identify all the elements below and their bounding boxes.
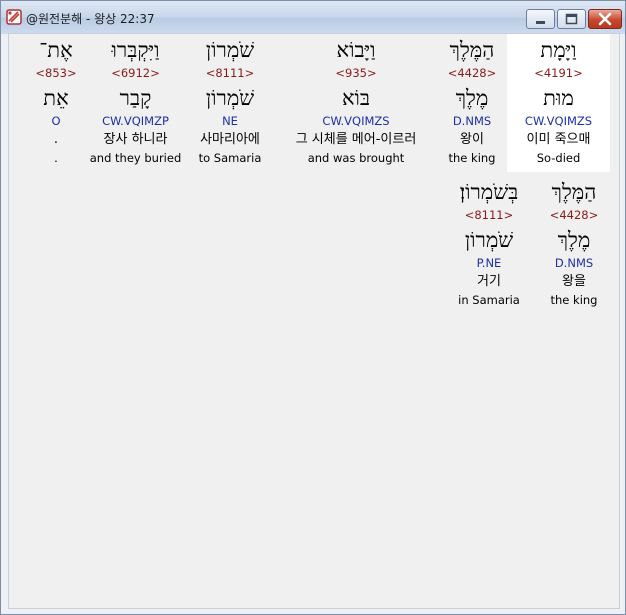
minimize-button[interactable]	[526, 9, 555, 29]
korean-gloss: 이미 죽으매	[526, 132, 591, 147]
morphology-code: CW.VQIMZS	[322, 114, 390, 128]
hebrew-word: וַיָּבוֹא	[336, 38, 376, 62]
morphology-code: CW.VQIMZP	[102, 114, 169, 128]
hebrew-word: בְּשֹׁמְרוֹן׃	[459, 180, 519, 204]
hebrew-word: שֹׁמְרוֹן	[205, 38, 255, 62]
hebrew-lemma: מֶלֶךְ	[455, 86, 489, 110]
maximize-icon	[565, 13, 578, 25]
word-block[interactable]: הַמֶּלֶךְ <4428> מֶלֶךְ D.NMS 왕이 the kin…	[429, 34, 515, 172]
app-window: @원전분해 - 왕상 22:37 וַיָּמָת <4191> מוּת CW…	[0, 0, 626, 615]
word-block[interactable]: הַמֶּלֶךְ <4428> מֶלֶךְ D.NMS 왕을 the kin…	[534, 176, 614, 314]
english-gloss: the king	[448, 151, 496, 165]
korean-gloss: 거기	[477, 274, 501, 289]
english-gloss: the king	[550, 293, 598, 307]
hebrew-lemma: קָבַר	[119, 86, 152, 110]
hebrew-word: וַיִּקְבְּרוּ	[111, 38, 160, 62]
korean-gloss: 왕을	[562, 274, 586, 289]
interlinear-panel: וַיָּמָת <4191> מוּת CW.VQIMZS 이미 죽으매 So…	[8, 33, 620, 609]
strong-number[interactable]: <853>	[25, 66, 87, 80]
strong-number[interactable]: <6912>	[87, 66, 184, 80]
english-gloss: in Samaria	[458, 293, 520, 307]
word-block[interactable]: וַיָּמָת <4191> מוּת CW.VQIMZS 이미 죽으매 So…	[507, 34, 610, 172]
hebrew-lemma: אֵת	[43, 86, 69, 110]
close-icon	[598, 12, 612, 26]
hebrew-word: וַיָּמָת	[540, 38, 577, 62]
hebrew-lemma: מֶלֶךְ	[557, 228, 591, 252]
word-block[interactable]: שֹׁמְרוֹן <8111> שֹׁמְרוֹן NE 사마리아에 to S…	[190, 34, 270, 172]
morphology-code: O	[51, 114, 61, 128]
morphology-code: NE	[222, 114, 238, 128]
english-gloss: .	[54, 151, 58, 165]
hebrew-lemma: שֹׁמְרוֹן	[464, 228, 514, 252]
hebrew-word: הַמֶּלֶךְ	[551, 180, 597, 204]
hebrew-lemma: בּוֹא	[341, 86, 371, 110]
word-block[interactable]: וַיָּבוֹא <935> בּוֹא CW.VQIMZS 그 시체를 메어…	[277, 34, 435, 172]
korean-gloss: .	[53, 132, 59, 147]
morphology-code: D.NMS	[452, 114, 492, 128]
korean-gloss: 그 시체를 메어-이르러	[295, 132, 417, 147]
strong-number[interactable]: <4428>	[429, 66, 515, 80]
english-gloss: So-died	[536, 151, 581, 165]
korean-gloss: 왕이	[460, 132, 484, 147]
word-block[interactable]: וַיִּקְבְּרוּ <6912> קָבַר CW.VQIMZP 장사 …	[87, 34, 184, 172]
english-gloss: and they buried	[89, 151, 182, 165]
hebrew-lemma: מוּת	[543, 86, 574, 110]
close-button[interactable]	[588, 9, 622, 29]
korean-gloss: 사마리아에	[200, 132, 260, 147]
morphology-code: P.NE	[476, 256, 502, 270]
morphology-code: CW.VQIMZS	[524, 114, 593, 128]
bible-analysis-app-icon	[6, 9, 22, 25]
window-title: @원전분해 - 왕상 22:37	[26, 12, 155, 26]
morphology-code: D.NMS	[554, 256, 594, 270]
word-block[interactable]: אֶת־ <853> אֵת O . .	[25, 34, 87, 172]
english-gloss: to Samaria	[198, 151, 262, 165]
strong-number[interactable]: <8111>	[443, 208, 535, 222]
korean-gloss: 장사 하니라	[103, 132, 168, 147]
strong-number[interactable]: <8111>	[190, 66, 270, 80]
word-block[interactable]: בְּשֹׁמְרוֹן׃ <8111> שֹׁמְרוֹן P.NE 거기 i…	[443, 176, 535, 314]
strong-number[interactable]: <4428>	[534, 208, 614, 222]
hebrew-lemma: שֹׁמְרוֹן	[205, 86, 255, 110]
maximize-button[interactable]	[557, 9, 586, 29]
strong-number[interactable]: <935>	[277, 66, 435, 80]
minimize-icon	[536, 21, 545, 24]
hebrew-word: אֶת־	[39, 38, 73, 62]
hebrew-word: הַמֶּלֶךְ	[449, 38, 495, 62]
english-gloss: and was brought	[307, 151, 405, 165]
strong-number[interactable]: <4191>	[507, 66, 610, 80]
title-bar[interactable]: @원전분해 - 왕상 22:37	[1, 1, 625, 34]
